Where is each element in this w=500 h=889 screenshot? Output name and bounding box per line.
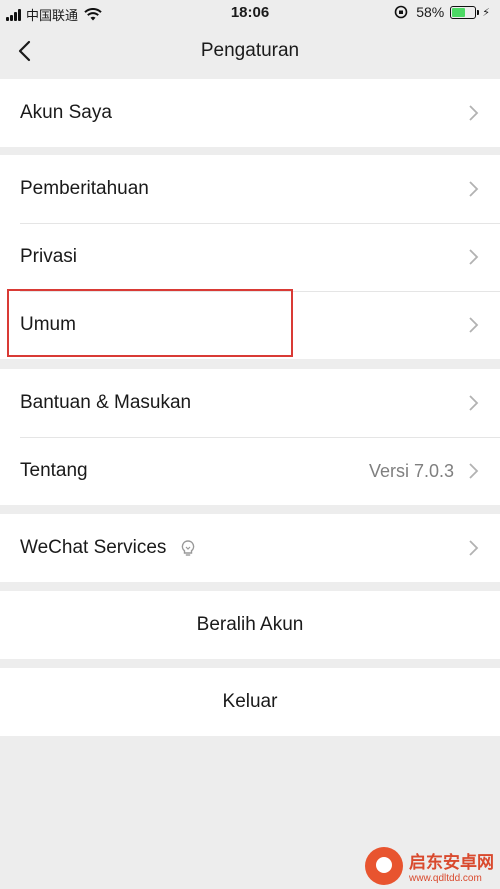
switch-account-label: Beralih Akun [196,614,304,635]
chevron-right-icon [469,395,479,411]
row-label: WeChat Services [20,537,167,558]
chevron-right-icon [469,317,479,333]
version-value: Versi 7.0.3 [368,460,454,481]
battery-icon [450,5,480,19]
row-pemberitahuan[interactable]: Pemberitahuan [0,155,500,223]
row-tentang[interactable]: Tentang Versi 7.0.3 [0,437,500,505]
status-bar: 中国联通 18:06 58% ⚡ [0,0,500,26]
section-about: Bantuan & Masukan Tentang Versi 7.0.3 [0,369,500,505]
section-switch-account: Beralih Akun [0,591,500,659]
row-privasi[interactable]: Privasi [0,223,500,291]
watermark-logo-icon [365,847,403,885]
section-logout: Keluar [0,668,500,736]
logout-label: Keluar [222,691,278,712]
lightbulb-icon [182,540,195,556]
chevron-right-icon [469,105,479,121]
chevron-right-icon [469,540,479,556]
chevron-right-icon [469,463,479,479]
chevron-right-icon [469,181,479,197]
row-akun-saya[interactable]: Akun Saya [0,79,500,147]
status-right: 58% ⚡ [394,4,490,20]
row-label: Privasi [20,246,78,267]
row-umum[interactable]: Umum [0,291,500,359]
row-bantuan[interactable]: Bantuan & Masukan [0,369,500,437]
battery-level [452,7,466,17]
watermark-title: 启东安卓网 [409,853,494,872]
row-label: Bantuan & Masukan [20,392,192,413]
orientation-lock-icon [394,5,408,19]
row-label: Akun Saya [20,102,112,123]
battery-percent: 58% [416,4,445,20]
chevron-right-icon [469,249,479,265]
row-label: Umum [20,314,76,335]
section-general: Pemberitahuan Privasi Umum [0,155,500,359]
logout-button[interactable]: Keluar [0,668,500,736]
section-account: Akun Saya [0,79,500,147]
row-label: Pemberitahuan [20,178,149,199]
charging-icon: ⚡ [482,6,490,19]
switch-account-button[interactable]: Beralih Akun [0,591,500,659]
page-title: Pengaturan [200,40,300,61]
watermark-url: www.qdltdd.com [409,873,482,884]
row-wechat-services[interactable]: WeChat Services [0,514,500,582]
row-label: Tentang [20,460,88,481]
nav-bar: Pengaturan [0,26,500,78]
watermark: 启东安卓网 www.qdltdd.com [365,847,494,885]
section-services: WeChat Services [0,514,500,582]
